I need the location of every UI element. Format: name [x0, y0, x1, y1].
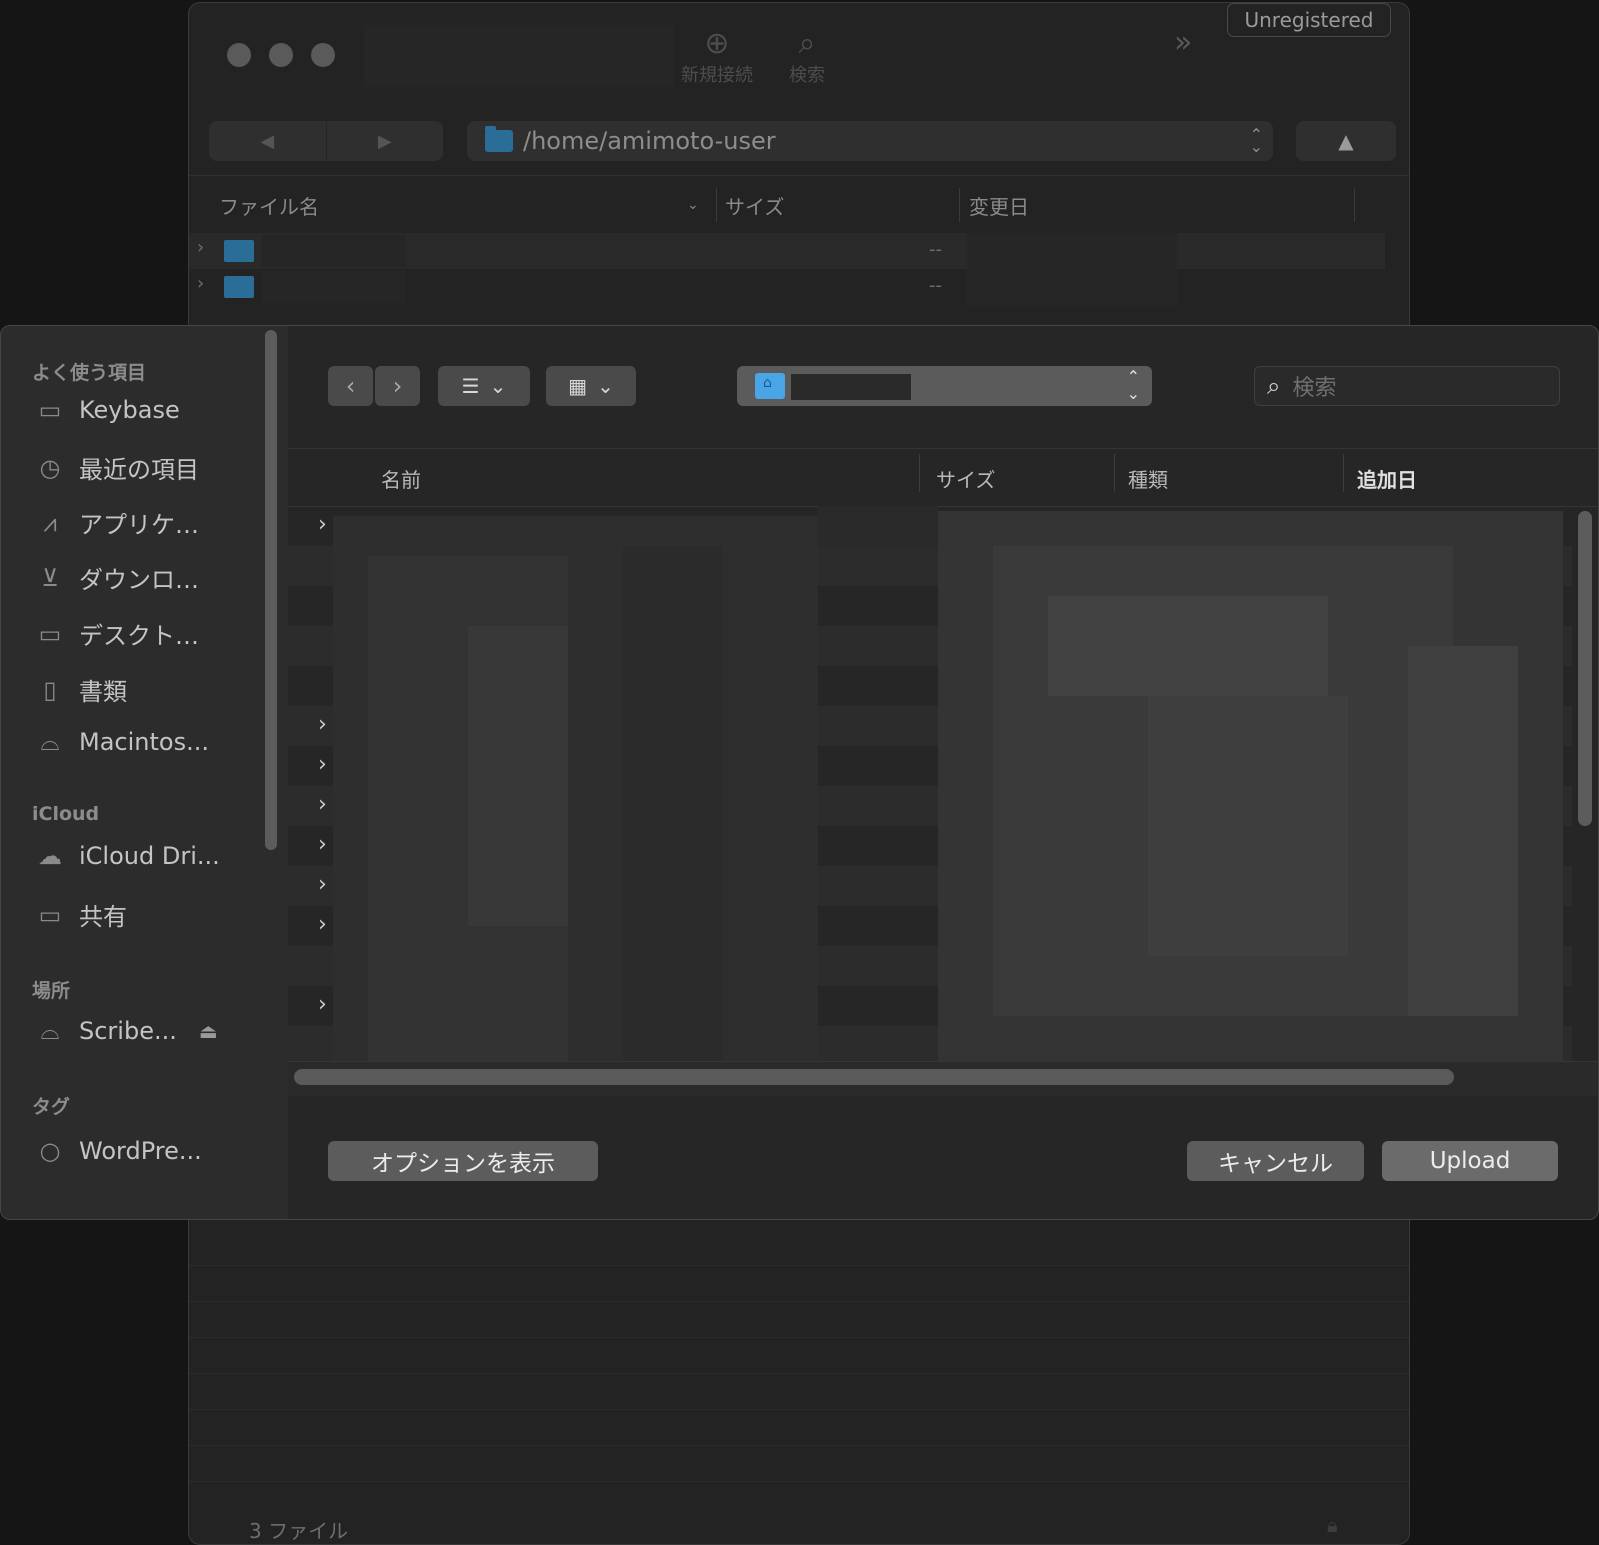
- column-kind[interactable]: 種類: [1128, 464, 1168, 493]
- upload-dialog: よく使う項目 ▭ Keybase ◷ 最近の項目 ⩘ アプリケ… ⊻ ダウンロ……: [0, 325, 1599, 1220]
- disclosure-chevron-icon[interactable]: ›: [318, 992, 327, 1017]
- minimize-window-button[interactable]: [269, 43, 293, 67]
- parent-dir-button[interactable]: ▲: [1296, 121, 1396, 161]
- disk-icon: ⌓: [40, 1017, 60, 1045]
- upload-button[interactable]: Upload: [1382, 1141, 1558, 1181]
- tag-circle-icon: ○: [39, 1137, 61, 1165]
- apps-icon: ⩘: [43, 508, 57, 537]
- file-browser: ‹ › ☰ ⌄ ▦ ⌄ ⌃⌄ ⌕ 検索 名前 サイズ 種類 追加日 ›: [288, 326, 1598, 1219]
- horizontal-scrollbar-track: [288, 1061, 1598, 1096]
- back-chevron-icon[interactable]: ‹: [328, 366, 373, 406]
- back-button[interactable]: ◀: [209, 121, 327, 161]
- vertical-scrollbar[interactable]: [1578, 511, 1592, 826]
- sidebar-item-macintosh[interactable]: ⌓ Macintos...: [35, 727, 209, 757]
- file-list: › › › › › › › ›: [288, 506, 1572, 1061]
- zoom-window-button[interactable]: [311, 43, 335, 67]
- close-window-button[interactable]: [227, 43, 251, 67]
- chevron-down-icon: ⌄: [597, 374, 614, 398]
- download-icon: ⊻: [41, 563, 59, 592]
- list-view-button[interactable]: ☰ ⌄: [438, 366, 530, 406]
- history-nav: ◀ ▶: [209, 121, 443, 161]
- disclosure-chevron-icon[interactable]: ›: [318, 512, 327, 537]
- updown-chevron-icon: ⌃ ⌄: [1249, 125, 1263, 156]
- redacted-location-name: [791, 374, 911, 400]
- shared-folder-icon: ▭: [38, 900, 62, 929]
- search-icon: ⌕: [1267, 372, 1281, 400]
- sidebar-item-scribe[interactable]: ⌓ Scribe... ⏏︎: [35, 1016, 218, 1046]
- forward-chevron-icon[interactable]: ›: [375, 366, 420, 406]
- search-button[interactable]: ⌕ 検索: [789, 27, 825, 87]
- favorites-heading: よく使う項目: [32, 362, 147, 384]
- column-name[interactable]: 名前: [381, 464, 421, 493]
- disclosure-chevron-icon[interactable]: ›: [197, 237, 204, 258]
- disclosure-chevron-icon[interactable]: ›: [318, 712, 327, 737]
- new-connection-button[interactable]: ⊕ 新規接続: [681, 27, 753, 87]
- column-date-added[interactable]: 追加日: [1357, 464, 1417, 493]
- search-icon: ⌕: [798, 26, 816, 61]
- history-nav: ‹ ›: [328, 366, 420, 406]
- show-options-button[interactable]: オプションを表示: [328, 1141, 598, 1181]
- window-controls: [227, 43, 335, 67]
- column-filename[interactable]: ファイル名: [219, 191, 319, 220]
- column-size[interactable]: サイズ: [725, 191, 784, 220]
- table-row[interactable]: › --: [189, 233, 1385, 269]
- chevron-down-icon: ⌄: [489, 374, 507, 398]
- home-folder-icon: [755, 373, 785, 399]
- desktop-icon: ▭: [38, 619, 62, 648]
- sidebar-item-recents[interactable]: ◷ 最近の項目: [35, 450, 199, 485]
- updown-chevron-icon: ⌃ ⌄: [1126, 367, 1140, 403]
- file-count-status: 3 ファイル: [249, 1519, 349, 1543]
- globe-plus-icon: ⊕: [704, 26, 730, 61]
- disclosure-chevron-icon[interactable]: ›: [318, 912, 327, 937]
- size-value: --: [929, 275, 942, 296]
- grid-icon: ▦: [568, 374, 588, 398]
- location-popup[interactable]: ⌃⌄: [737, 366, 1152, 406]
- path-selector[interactable]: /home/amimoto-user ⌃ ⌄: [467, 121, 1273, 161]
- sidebar-item-keybase[interactable]: ▭ Keybase: [35, 395, 180, 425]
- locations-heading: 場所: [32, 980, 71, 1002]
- document-icon: ▯: [43, 675, 57, 704]
- disclosure-chevron-icon[interactable]: ›: [318, 832, 327, 857]
- sidebar-item-desktop[interactable]: ▭ デスクト…: [35, 616, 199, 651]
- sidebar-item-downloads[interactable]: ⊻ ダウンロ…: [35, 560, 199, 595]
- folder-icon: [224, 276, 254, 298]
- size-value: --: [929, 239, 942, 260]
- redacted-title: [364, 25, 674, 87]
- icloud-heading: iCloud: [32, 803, 100, 825]
- sidebar-item-documents[interactable]: ▯ 書類: [35, 672, 127, 707]
- horizontal-scrollbar[interactable]: [294, 1069, 1454, 1085]
- sidebar-item-shared[interactable]: ▭ 共有: [35, 897, 127, 932]
- disclosure-chevron-icon[interactable]: ›: [318, 752, 327, 777]
- table-row[interactable]: › --: [189, 269, 1385, 305]
- sidebar-item-tag-wordpress[interactable]: ○ WordPre...: [35, 1136, 202, 1166]
- clock-icon: ◷: [39, 453, 61, 482]
- sidebar-item-icloud-drive[interactable]: ☁︎ iCloud Dri...: [35, 841, 220, 871]
- search-placeholder: 検索: [1292, 376, 1337, 401]
- column-modified[interactable]: 変更日: [969, 191, 1029, 220]
- unregistered-badge[interactable]: Unregistered: [1227, 3, 1391, 37]
- sidebar-scrollbar[interactable]: [265, 330, 277, 850]
- cloud-icon: ☁︎: [38, 842, 62, 870]
- disclosure-chevron-icon[interactable]: ›: [318, 792, 327, 817]
- lock-icon: 🔒︎: [1327, 1513, 1338, 1537]
- column-size[interactable]: サイズ: [936, 464, 995, 493]
- group-view-button[interactable]: ▦ ⌄: [546, 366, 636, 406]
- forward-button[interactable]: ▶: [327, 121, 444, 161]
- folder-icon: [224, 240, 254, 262]
- folder-icon: [485, 126, 513, 152]
- search-field[interactable]: ⌕ 検索: [1254, 366, 1560, 406]
- sort-chevron-icon: ⌄: [687, 197, 699, 213]
- eject-icon[interactable]: ⏏︎: [199, 1019, 218, 1043]
- disclosure-chevron-icon[interactable]: ›: [197, 273, 204, 294]
- folder-icon: ▭: [38, 396, 62, 424]
- path-label: /home/amimoto-user: [523, 127, 776, 155]
- disk-icon: ⌓: [40, 728, 60, 756]
- cancel-button[interactable]: キャンセル: [1187, 1141, 1364, 1181]
- tags-heading: タグ: [32, 1096, 71, 1118]
- sidebar-item-applications[interactable]: ⩘ アプリケ…: [35, 505, 199, 540]
- sidebar: よく使う項目 ▭ Keybase ◷ 最近の項目 ⩘ アプリケ… ⊻ ダウンロ……: [1, 326, 288, 1219]
- disclosure-chevron-icon[interactable]: ›: [318, 872, 327, 897]
- list-icon: ☰: [461, 374, 480, 398]
- more-chevron-icon[interactable]: »: [1174, 25, 1192, 60]
